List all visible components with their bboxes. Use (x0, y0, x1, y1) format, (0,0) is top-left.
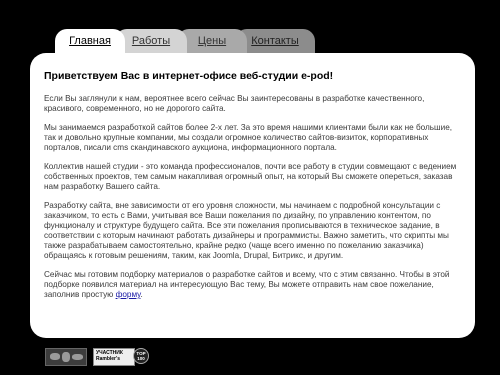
page: Главная Работы Цены Контакты Приветствуе… (0, 0, 500, 375)
tab-main-label[interactable]: Главная (69, 35, 111, 47)
tab-prices-label[interactable]: Цены (198, 35, 226, 47)
world-map-counter-badge[interactable] (45, 348, 87, 366)
tab-works-label[interactable]: Работы (132, 35, 170, 47)
page-title: Приветствуем Вас в интернет-офисе веб-ст… (44, 70, 334, 82)
footer-badges: УЧАСТНИК Rambler's TOP 100 (45, 348, 155, 366)
tab-contacts-label[interactable]: Контакты (251, 35, 299, 47)
tab-prices[interactable]: Цены (177, 29, 247, 55)
form-link[interactable]: форму (116, 290, 141, 299)
experience-paragraph: Мы занимаемся разработкой сайтов более 2… (44, 123, 453, 152)
tab-works[interactable]: Работы (115, 29, 187, 55)
tab-contacts[interactable]: Контакты (235, 29, 315, 55)
materials-text: Сейчас мы готовим подборку материалов о … (44, 270, 450, 299)
top100-badge[interactable]: TOP 100 (133, 348, 149, 364)
team-paragraph: Коллектив нашей студии - это команда про… (44, 162, 457, 191)
process-paragraph: Разработку сайта, вне зависимости от его… (44, 201, 449, 260)
content-panel: Приветствуем Вас в интернет-офисе веб-ст… (30, 53, 475, 338)
nav-tabs: Главная Работы Цены Контакты (55, 29, 315, 57)
rambler-badge[interactable]: УЧАСТНИК Rambler's (93, 348, 135, 366)
materials-end: . (140, 290, 143, 299)
intro-paragraph: Если Вы заглянули к нам, вероятнее всего… (44, 94, 425, 113)
materials-paragraph: Сейчас мы готовим подборку материалов о … (44, 270, 461, 300)
